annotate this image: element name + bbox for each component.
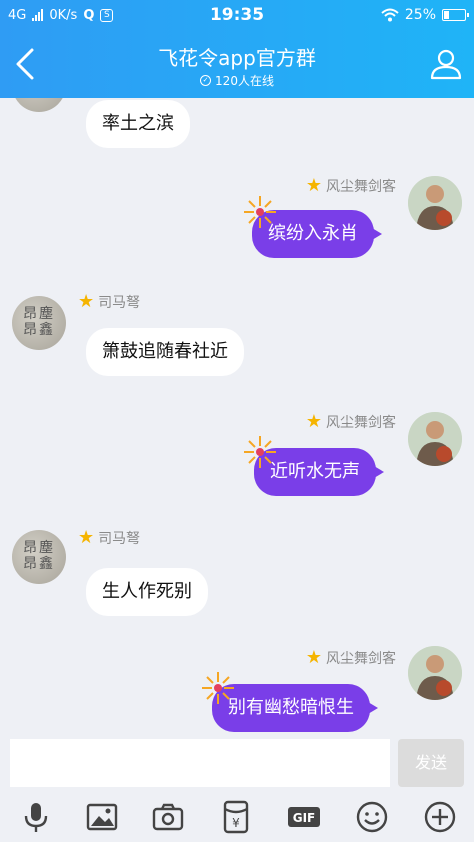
star-icon: ★ — [305, 411, 322, 432]
wifi-icon — [381, 8, 399, 22]
star-icon: ★ — [78, 291, 95, 312]
group-title: 飞花令app官方群 — [158, 46, 316, 70]
signal-icon — [32, 9, 44, 21]
firework-icon — [244, 436, 276, 468]
firework-icon — [202, 672, 234, 704]
gif-icon[interactable]: GIF — [286, 799, 322, 835]
man-avatar-icon — [408, 412, 462, 466]
message-input[interactable] — [10, 739, 390, 787]
image-icon[interactable] — [84, 799, 120, 835]
man-avatar-icon — [408, 176, 462, 230]
network-speed: 0K/s — [49, 7, 78, 23]
plus-icon[interactable] — [422, 799, 458, 835]
star-icon: ★ — [305, 175, 322, 196]
red-packet-icon[interactable]: ¥ — [218, 799, 254, 835]
qq-icon: Q — [83, 7, 95, 23]
firework-icon — [244, 196, 276, 228]
status-bar: 4G 0K/s Q S 19:35 25% — [0, 0, 474, 30]
battery-percent: 25% — [404, 7, 436, 23]
camera-icon[interactable] — [150, 799, 186, 835]
sender-name: ★ 风尘舞剑客 — [305, 411, 396, 432]
chat-header: 飞花令app官方群 ✓ 120人在线 — [0, 30, 474, 98]
online-icon: ✓ — [200, 75, 212, 86]
sender-avatar[interactable] — [408, 412, 462, 466]
chat-messages[interactable]: 昂塵昂鑫 率土之滨 ★ 风尘舞剑客 缤纷入永肖 昂塵昂鑫 ★ 司马弩 箫鼓追随春… — [0, 98, 474, 735]
sender-avatar[interactable]: 昂塵昂鑫 — [12, 296, 66, 350]
sender-name: ★ 司马弩 — [78, 291, 141, 312]
sender-name: ★ 风尘舞剑客 — [305, 175, 396, 196]
sender-avatar[interactable]: 昂塵昂鑫 — [12, 98, 66, 112]
sender-avatar[interactable] — [408, 176, 462, 230]
sender-name: ★ 风尘舞剑客 — [305, 647, 396, 668]
star-icon: ★ — [305, 647, 322, 668]
star-icon: ★ — [78, 527, 95, 548]
svg-text:¥: ¥ — [232, 816, 240, 830]
battery-icon — [442, 9, 469, 21]
svg-text:GIF: GIF — [293, 811, 316, 825]
sender-name: ★ 司马弩 — [78, 527, 141, 548]
man-avatar-icon — [408, 646, 462, 700]
message-bubble[interactable]: 率土之滨 — [86, 100, 190, 148]
online-count: 120人在线 — [215, 74, 274, 88]
input-bar: 发送 — [0, 735, 474, 793]
microphone-icon[interactable] — [18, 799, 54, 835]
group-members-icon[interactable] — [426, 44, 466, 84]
s-icon: S — [100, 8, 114, 22]
sender-avatar[interactable] — [408, 646, 462, 700]
sender-avatar[interactable]: 昂塵昂鑫 — [12, 530, 66, 584]
send-button[interactable]: 发送 — [398, 739, 464, 787]
input-toolbar: ¥ GIF — [0, 793, 474, 842]
online-status: ✓ 120人在线 — [0, 72, 474, 89]
emoji-icon[interactable] — [354, 799, 390, 835]
network-type: 4G — [8, 7, 27, 23]
message-bubble[interactable]: 箫鼓追随春社近 — [86, 328, 244, 376]
message-bubble[interactable]: 生人作死别 — [86, 568, 208, 616]
